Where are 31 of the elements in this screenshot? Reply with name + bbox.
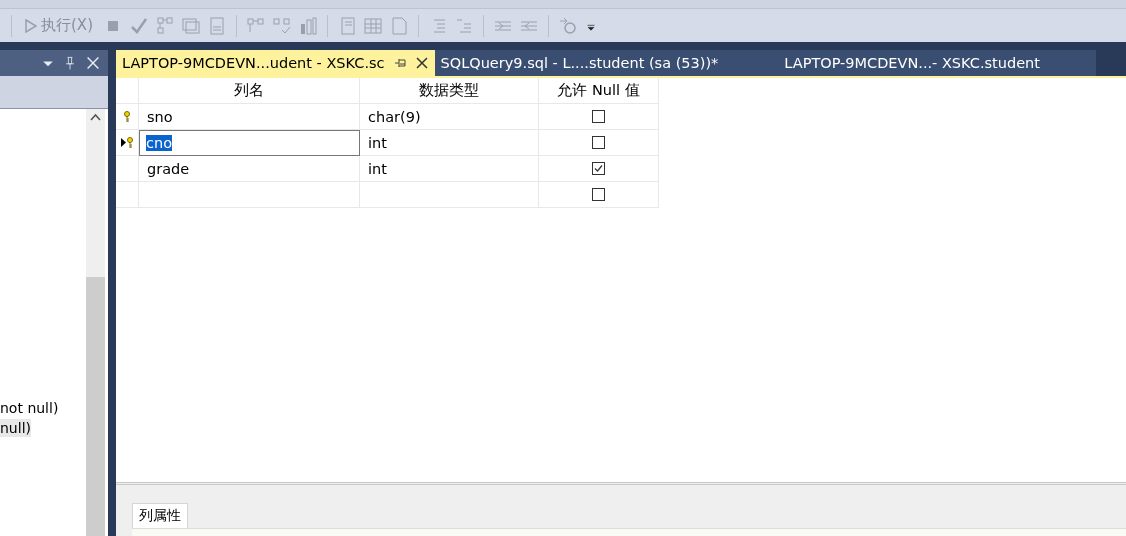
column-name-cell[interactable]: sno — [139, 104, 360, 130]
diagram-icon[interactable] — [272, 15, 292, 36]
checkbox[interactable] — [592, 188, 605, 201]
document-tab[interactable]: SQLQuery9.sql - L....student (sa (53))* — [434, 50, 725, 76]
column-header: 允许 Null 值 — [539, 78, 659, 104]
checkbox[interactable] — [592, 136, 605, 149]
table-icon[interactable] — [363, 15, 383, 36]
bar-chart-icon[interactable] — [298, 15, 318, 36]
tree-item[interactable]: null) — [0, 419, 31, 437]
diagram-icon[interactable] — [155, 15, 175, 36]
row-selector[interactable] — [116, 130, 139, 156]
windows-icon[interactable] — [181, 15, 201, 36]
document-tab[interactable]: LAPTOP-9MCDEVN...- XSKC.student — [724, 50, 1096, 76]
play-icon — [25, 18, 37, 33]
document-tab[interactable]: LAPTOP-9MCDEVN...udent - XSKC.sc — [116, 50, 435, 76]
file-icon[interactable] — [389, 15, 409, 36]
scrollbar[interactable] — [86, 109, 105, 536]
checkbox[interactable] — [592, 162, 605, 175]
pin-icon[interactable] — [392, 56, 407, 70]
tree-item[interactable]: not null) — [0, 399, 59, 417]
document-icon[interactable] — [207, 15, 227, 36]
checkbox[interactable] — [592, 110, 605, 123]
data-type-cell[interactable]: char(9) — [360, 104, 539, 130]
close-icon[interactable] — [414, 56, 429, 70]
properties-tab[interactable]: 列属性 — [132, 503, 188, 528]
column-header: 列名 — [139, 78, 360, 104]
data-type-cell[interactable]: int — [360, 130, 539, 156]
column-name-cell[interactable]: cno — [139, 130, 360, 156]
data-type-cell[interactable]: int — [360, 156, 539, 182]
column-name-cell[interactable]: grade — [139, 156, 360, 182]
column-header: 数据类型 — [360, 78, 539, 104]
